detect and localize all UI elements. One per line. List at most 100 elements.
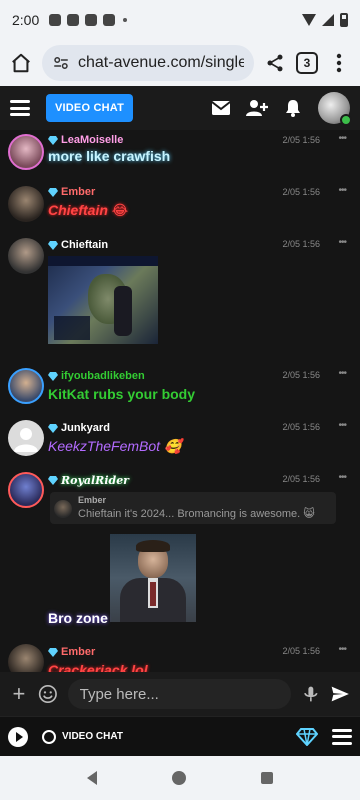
webcam-icon bbox=[42, 729, 56, 744]
youtube-icon bbox=[67, 14, 80, 26]
message-input[interactable] bbox=[67, 679, 291, 709]
mail-icon[interactable] bbox=[210, 97, 232, 119]
message-options-icon[interactable]: ••• bbox=[338, 472, 346, 483]
wifi-icon bbox=[302, 14, 316, 26]
message-time: 2/05 1:56 bbox=[282, 187, 320, 197]
user-avatar[interactable] bbox=[8, 420, 44, 456]
diamond-icon bbox=[48, 423, 58, 433]
diamond-icon bbox=[48, 135, 58, 145]
message-username[interactable]: ifyoubadlikeben bbox=[48, 370, 145, 382]
message-time: 2/05 1:56 bbox=[282, 370, 320, 380]
message-image[interactable] bbox=[110, 534, 196, 622]
battery-icon bbox=[340, 13, 348, 27]
message-username[interactable]: Ember bbox=[48, 646, 95, 658]
browser-menu-icon[interactable] bbox=[326, 50, 352, 76]
diamond-icon bbox=[48, 647, 58, 657]
message-text: Bro zone bbox=[48, 610, 108, 626]
diamond-store-icon[interactable] bbox=[296, 727, 318, 746]
user-avatar[interactable] bbox=[8, 134, 44, 170]
bottom-video-chat-button[interactable]: VIDEO CHAT bbox=[42, 729, 123, 744]
user-avatar[interactable] bbox=[8, 472, 44, 508]
message-time: 2/05 1:56 bbox=[282, 239, 320, 249]
more-notifications-dot bbox=[123, 18, 128, 22]
message-time: 2/05 1:56 bbox=[282, 422, 320, 432]
diamond-icon bbox=[48, 240, 58, 250]
message-username[interactable]: LeaMoiselle bbox=[48, 134, 123, 146]
share-icon[interactable] bbox=[262, 50, 288, 76]
quoted-message[interactable]: Ember Chieftain it's 2024... Bromancing … bbox=[50, 492, 336, 524]
tab-switcher-button[interactable]: 3 bbox=[296, 52, 318, 74]
browser-toolbar: chat-avenue.com/singles 3 bbox=[0, 40, 360, 86]
bottom-video-chat-label: VIDEO CHAT bbox=[62, 731, 123, 742]
message-time: 2/05 1:56 bbox=[282, 646, 320, 656]
app-m-icon bbox=[103, 14, 116, 26]
youtube-icon-2 bbox=[85, 14, 98, 26]
url-text[interactable]: chat-avenue.com/singles bbox=[78, 54, 244, 72]
user-avatar[interactable] bbox=[8, 238, 44, 274]
user-avatar[interactable] bbox=[8, 186, 44, 222]
status-time: 2:00 bbox=[12, 12, 40, 28]
message-composer: + bbox=[0, 672, 360, 716]
add-friend-icon[interactable] bbox=[246, 97, 268, 119]
quoted-user-avatar bbox=[54, 500, 72, 518]
message-text: KeekzTheFemBot 🥰 bbox=[48, 438, 182, 454]
chat-message: Chieftain 2/05 1:56 ••• bbox=[0, 234, 360, 364]
online-status-icon bbox=[340, 114, 352, 126]
message-options-icon[interactable]: ••• bbox=[338, 368, 346, 379]
message-username[interactable]: Ember bbox=[48, 186, 95, 198]
message-username[interactable]: Junkyard bbox=[48, 422, 110, 434]
send-icon[interactable] bbox=[330, 683, 350, 705]
system-navigation-bar bbox=[0, 756, 360, 800]
recent-apps-icon[interactable] bbox=[260, 772, 273, 784]
chat-message: Ember 2/05 1:56 ••• Chieftain 😂 bbox=[0, 182, 360, 234]
chat-log[interactable]: LeaMoiselle 2/05 1:56 ••• more like craw… bbox=[0, 130, 360, 672]
chat-message: ifyoubadlikeben 2/05 1:56 ••• KitKat rub… bbox=[0, 364, 360, 414]
mic-icon[interactable] bbox=[301, 683, 321, 705]
message-text: KitKat rubs your body bbox=[48, 386, 196, 402]
status-bar: 2:00 bbox=[0, 0, 360, 40]
plus-icon[interactable]: + bbox=[10, 681, 28, 707]
notifications-bell-icon[interactable] bbox=[282, 97, 304, 119]
message-image[interactable] bbox=[48, 256, 158, 344]
address-bar[interactable]: chat-avenue.com/singles bbox=[42, 45, 254, 81]
home-nav-icon[interactable] bbox=[171, 771, 186, 785]
chat-message: Ember 2/05 1:56 ••• Crackerjack lol bbox=[0, 640, 360, 672]
bottom-app-bar: VIDEO CHAT bbox=[0, 716, 360, 756]
chat-message: RoyalRider 2/05 1:56 ••• Ember Chieftain… bbox=[0, 468, 360, 638]
app-header: VIDEO CHAT bbox=[0, 86, 360, 130]
menu-icon[interactable] bbox=[10, 100, 30, 116]
message-options-icon[interactable]: ••• bbox=[338, 420, 346, 431]
message-time: 2/05 1:56 bbox=[282, 135, 320, 145]
side-menu-icon[interactable] bbox=[332, 728, 352, 745]
site-settings-icon[interactable] bbox=[52, 54, 70, 72]
user-avatar[interactable] bbox=[8, 368, 44, 404]
message-username[interactable]: Chieftain bbox=[48, 239, 108, 251]
signal-icon bbox=[322, 14, 334, 26]
game-icon bbox=[49, 14, 62, 26]
user-avatar[interactable] bbox=[8, 644, 44, 672]
play-radio-button[interactable] bbox=[8, 726, 28, 747]
message-text: Chieftain 😂 bbox=[48, 202, 129, 218]
diamond-icon bbox=[48, 371, 58, 381]
emoji-icon[interactable] bbox=[38, 683, 58, 705]
quoted-text: Chieftain it's 2024... Bromancing is awe… bbox=[78, 508, 315, 520]
diamond-icon bbox=[48, 476, 58, 485]
message-time: 2/05 1:56 bbox=[282, 474, 320, 484]
my-avatar[interactable] bbox=[318, 92, 352, 126]
default-user-icon bbox=[14, 428, 38, 452]
video-chat-button[interactable]: VIDEO CHAT bbox=[46, 94, 134, 122]
message-text: more like crawfish bbox=[48, 148, 171, 164]
quoted-username: Ember bbox=[78, 495, 107, 505]
message-options-icon[interactable]: ••• bbox=[338, 133, 346, 144]
message-text: Crackerjack lol bbox=[48, 662, 148, 672]
diamond-icon bbox=[48, 187, 58, 197]
message-username[interactable]: RoyalRider bbox=[48, 474, 129, 487]
chat-message: LeaMoiselle 2/05 1:56 ••• more like craw… bbox=[0, 130, 360, 180]
back-icon[interactable] bbox=[87, 771, 98, 785]
message-options-icon[interactable]: ••• bbox=[338, 185, 346, 196]
message-options-icon[interactable]: ••• bbox=[338, 644, 346, 655]
chat-message: Junkyard 2/05 1:56 ••• KeekzTheFemBot 🥰 bbox=[0, 416, 360, 466]
notification-icons bbox=[49, 14, 128, 26]
message-options-icon[interactable]: ••• bbox=[338, 237, 346, 248]
home-icon[interactable] bbox=[8, 50, 34, 76]
